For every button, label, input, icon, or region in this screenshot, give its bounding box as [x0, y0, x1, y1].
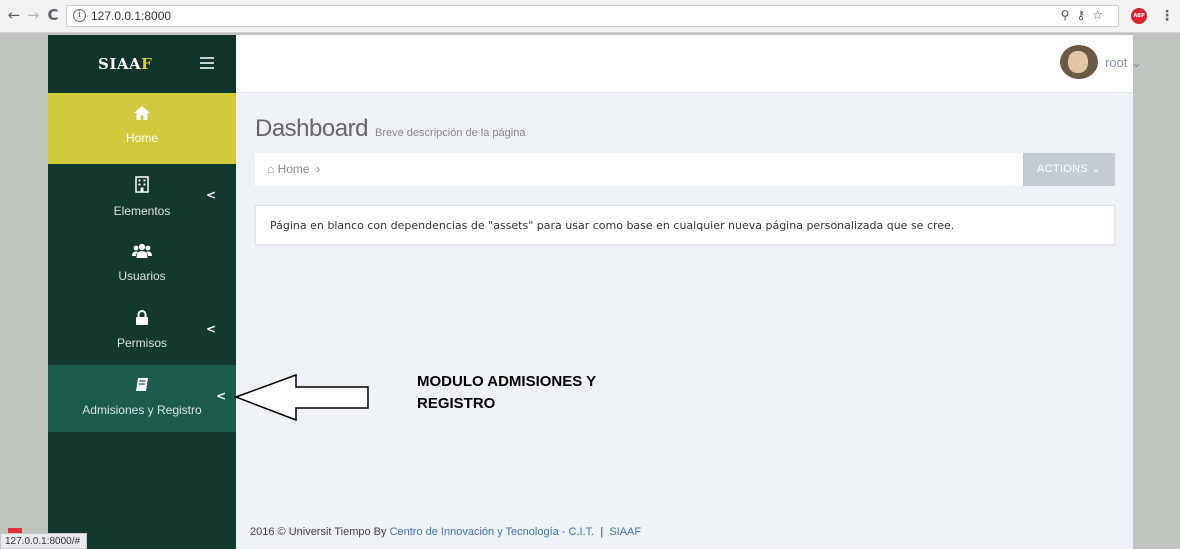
annotation-arrow	[233, 373, 369, 422]
sidebar-item-admisiones-registro[interactable]: Admisiones y Registro <	[48, 365, 236, 432]
breadcrumb-home[interactable]: ⌂ Home ›	[267, 162, 320, 176]
hamburger-menu-icon[interactable]	[200, 57, 214, 72]
chevron-left-icon: <	[205, 188, 216, 202]
note-text: Página en blanco con dependencias de "as…	[270, 219, 955, 232]
sidebar-item-permisos[interactable]: Permisos <	[48, 298, 236, 365]
sidebar-item-label: Elementos	[113, 204, 171, 218]
url-text[interactable]: 127.0.0.1:8000	[91, 9, 171, 23]
avatar[interactable]	[1060, 45, 1098, 79]
address-bar[interactable]: i 127.0.0.1:8000 ⚲⚷☆	[66, 5, 1119, 27]
sidebar: SIAAF Home Elementos < Usuarios Permisos…	[48, 35, 236, 549]
chevron-left-icon: <	[215, 389, 226, 403]
forward-icon[interactable]: →	[24, 7, 42, 23]
actions-button-label: ACTIONS	[1037, 163, 1089, 175]
back-icon[interactable]: ←	[5, 7, 23, 23]
home-icon	[48, 93, 236, 125]
footer-app-link[interactable]: SIAAF	[609, 526, 641, 538]
footer-separator: |	[600, 526, 604, 538]
annotation-line-2: REGISTRO	[417, 395, 496, 412]
annotation-label: MODULO ADMISIONES Y REGISTRO	[417, 371, 596, 415]
reload-icon[interactable]: C	[44, 7, 62, 23]
user-name[interactable]: root	[1105, 55, 1127, 70]
address-bar-icons[interactable]: ⚲⚷☆	[1061, 8, 1110, 22]
adblock-extension-icon[interactable]: ABP	[1131, 8, 1147, 24]
main-content: root ⌄ Dashboard Breve descripción de la…	[236, 35, 1142, 549]
status-bar: 127.0.0.1:8000/#	[0, 533, 88, 549]
top-header: root ⌄	[236, 35, 1142, 93]
footer: 2016 © Universit Tiempo By Centro de Inn…	[250, 526, 641, 538]
info-icon[interactable]: i	[73, 9, 86, 22]
chevron-down-icon: ⌄	[1131, 55, 1142, 70]
sidebar-item-label: Admisiones y Registro	[82, 403, 202, 417]
breadcrumb-home-label[interactable]: Home	[278, 162, 310, 176]
footer-prefix: 2016 © Universit Tiempo By	[250, 526, 387, 538]
page-title: Dashboard Breve descripción de la página	[255, 115, 525, 143]
annotation-line-1: MODULO ADMISIONES Y	[417, 373, 597, 390]
sidebar-item-usuarios[interactable]: Usuarios	[48, 231, 236, 298]
sidebar-item-label: Permisos	[116, 336, 167, 350]
users-icon	[48, 231, 236, 263]
sidebar-item-label: Usuarios	[118, 269, 166, 283]
breadcrumb: ⌂ Home › ACTIONS ⌄	[255, 153, 1115, 186]
page-subtitle: Breve descripción de la página	[375, 127, 526, 139]
book-icon	[48, 365, 236, 397]
browser-menu-icon[interactable]: ⋮	[1160, 8, 1174, 24]
brand: SIAAF	[48, 35, 236, 93]
page-title-text: Dashboard	[255, 115, 368, 142]
actions-button[interactable]: ACTIONS ⌄	[1023, 153, 1115, 186]
browser-toolbar: ← → C i 127.0.0.1:8000 ⚲⚷☆ ABP ⋮	[0, 0, 1180, 33]
sidebar-item-home[interactable]: Home	[48, 93, 236, 164]
content-note: Página en blanco con dependencias de "as…	[255, 205, 1115, 245]
brand-logo[interactable]: SIAAF	[98, 55, 152, 73]
chevron-left-icon: <	[205, 322, 216, 336]
sidebar-item-label: Home	[125, 131, 158, 145]
chevron-down-icon: ⌄	[1091, 163, 1101, 175]
footer-link[interactable]: Centro de Innovación y Tecnología - C.I.…	[390, 526, 595, 538]
sidebar-item-elementos[interactable]: Elementos <	[48, 164, 236, 231]
home-outline-icon: ⌂	[267, 162, 275, 176]
